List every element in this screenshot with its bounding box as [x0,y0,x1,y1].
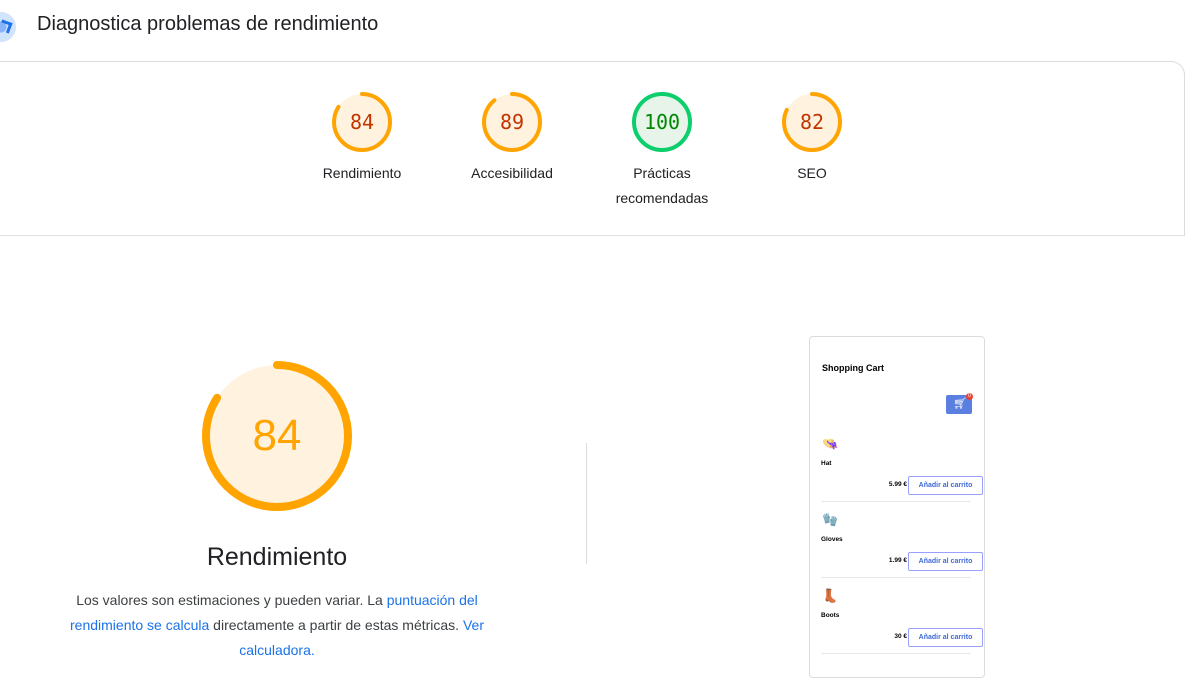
performance-gauge-large: 84 [200,359,354,513]
product-divider [821,577,971,578]
gauge-performance[interactable]: 84 Rendimiento [312,91,412,186]
vertical-divider [586,443,587,564]
gauge-score: 82 [799,110,825,134]
product-name: Hat [821,460,832,467]
product-item: 🧤 Gloves 1.99 € Añadir al carrito [821,512,983,588]
add-to-cart-button: Añadir al carrito [908,628,983,647]
page-title: Diagnostica problemas de rendimiento [37,13,379,35]
performance-score: 84 [252,411,302,460]
gauge-score: 100 [643,110,681,134]
hat-icon: 👒 [822,436,839,451]
product-price: 5.99 € [888,481,907,488]
boots-icon: 👢 [822,588,839,603]
add-to-cart-button: Añadir al carrito [908,476,983,495]
gauge-ring: 82 [781,91,843,153]
product-name: Boots [821,612,840,619]
lighthouse-icon [0,12,16,42]
gauge-label: Accesibilidad [471,165,553,181]
product-price: 30 € [894,633,907,640]
category-scores-card [0,61,1185,236]
gauge-ring: 84 [331,91,393,153]
page-screenshot-thumbnail: Shopping Cart 🛒︎ 0 👒 Hat 5.99 € Añadir a… [809,336,985,678]
shop-title: Shopping Cart [822,363,884,373]
gauge-best-practices[interactable]: 100 Prácticas recomendadas [612,91,712,211]
gauge-score: 84 [349,110,375,134]
gauge-score: 89 [499,110,525,134]
gauge-label: Rendimiento [322,165,402,181]
gauge-seo[interactable]: 82 SEO [762,91,862,186]
gauge-label: SEO [797,165,827,181]
cart-button: 🛒︎ 0 [946,393,973,414]
gauge-label-line2: recomendadas [615,190,709,206]
product-divider [821,653,971,654]
header: Diagnostica problemas de rendimiento [0,0,1185,52]
gauge-ring: 100 [631,91,693,153]
performance-title: Rendimiento [206,543,348,571]
product-price: 1.99 € [888,557,907,564]
cart-badge: 0 [966,393,973,400]
product-item: 👒 Hat 5.99 € Añadir al carrito [821,436,983,512]
product-item: 👢 Boots 30 € Añadir al carrito [821,588,983,664]
desc-text-1: Los valores son estimaciones y pueden va… [76,592,387,608]
performance-description: Los valores son estimaciones y pueden va… [50,588,504,663]
product-name: Gloves [821,536,843,543]
gauge-label: Prácticas recomendadas [612,161,712,211]
gauge-label-line1: Prácticas [633,165,691,181]
desc-text-2: directamente a partir de estas métricas. [209,617,463,633]
gauge-ring: 89 [481,91,543,153]
cart-icon: 🛒︎ [953,398,967,410]
add-to-cart-button: Añadir al carrito [908,552,983,571]
gloves-icon: 🧤 [822,512,839,527]
product-divider [821,501,971,502]
gauge-accessibility[interactable]: 89 Accesibilidad [462,91,562,186]
